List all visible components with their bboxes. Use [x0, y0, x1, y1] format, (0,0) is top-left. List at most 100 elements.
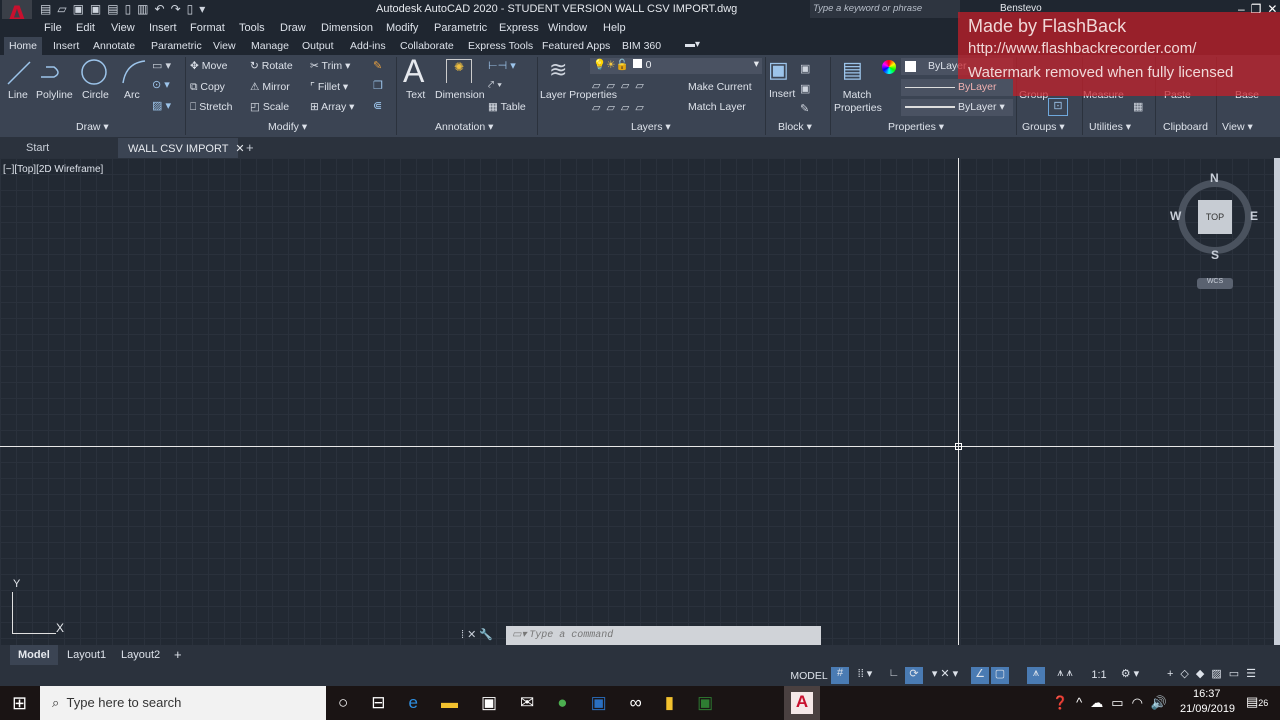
menu-file[interactable]: File [44, 22, 62, 34]
fillet-button[interactable]: ⌜ Fillet ▾ [310, 81, 348, 93]
ribbon-tab-collaborate[interactable]: Collaborate [400, 40, 454, 52]
match-properties-button[interactable]: Match Properties [834, 89, 882, 115]
layout-tab-model[interactable]: Model [10, 645, 58, 665]
file-tab-wall-csv-import[interactable]: WALL CSV IMPORT ✕ [118, 138, 245, 158]
menu-tools[interactable]: Tools [239, 22, 265, 34]
drawing-canvas[interactable]: [−][Top][2D Wireframe] TOP N S W E WCS Y… [0, 158, 1280, 646]
windows-start-icon[interactable]: ⊞ [12, 693, 27, 714]
ribbon-tab-bim-360[interactable]: BIM 360 [622, 40, 661, 52]
command-input[interactable]: ▭▾ Type a command [506, 626, 821, 646]
layout-tab-layout1[interactable]: Layout1 [67, 649, 106, 661]
ortho-toggle[interactable]: ∟ [885, 667, 903, 684]
compass-west[interactable]: W [1170, 209, 1181, 223]
layer-tools-icons-2[interactable]: ▱▱▱▱ [592, 101, 650, 114]
search-input[interactable]: Type a keyword or phrase [810, 0, 960, 18]
add-layout-button[interactable]: + [174, 647, 182, 662]
groups-panel-label[interactable]: Groups ▾ [1022, 121, 1065, 133]
layer-tools-icons[interactable]: ▱▱▱▱ [592, 79, 650, 92]
compass-south[interactable]: S [1211, 248, 1219, 262]
wcs-menu[interactable]: WCS [1197, 278, 1233, 289]
annotation-panel-label[interactable]: Annotation ▾ [435, 121, 493, 133]
linear-dim-icon[interactable]: ⊢⊣ ▾ [488, 59, 516, 72]
ribbon-tab-parametric[interactable]: Parametric [151, 40, 202, 52]
menu-express[interactable]: Express [499, 22, 539, 34]
line-button[interactable]: Line [8, 89, 28, 101]
model-space-button[interactable]: MODEL [790, 667, 828, 684]
vertical-scrollbar[interactable] [1274, 158, 1280, 645]
ribbon-tab-manage[interactable]: Manage [251, 40, 289, 52]
gradient-icon[interactable]: ▨ ▾ [152, 99, 171, 112]
block-tools-icons[interactable]: ▣ ▣ ✎ [800, 59, 814, 119]
menu-insert[interactable]: Insert [149, 22, 177, 34]
new-tab-button[interactable]: + [246, 140, 254, 155]
annotation-visibility-toggle[interactable]: ⩚ [1027, 667, 1045, 684]
layout-tab-layout2[interactable]: Layout2 [121, 649, 160, 661]
draw-panel-label[interactable]: Draw ▾ [76, 121, 109, 133]
grid-toggle[interactable]: # [831, 667, 849, 684]
match-layer-button[interactable]: Match Layer [688, 101, 746, 113]
lineweight-dropdown[interactable]: ByLayer ▾ [901, 99, 1013, 116]
array-button[interactable]: ⊞ Array ▾ [310, 101, 354, 113]
clock-date[interactable]: 21/09/2019 [1180, 703, 1235, 715]
menu-help[interactable]: Help [603, 22, 626, 34]
utilities-panel-label[interactable]: Utilities ▾ [1089, 121, 1131, 133]
explode-icon[interactable]: ❐ [373, 79, 383, 92]
menu-format[interactable]: Format [190, 22, 225, 34]
file-tab-start[interactable]: Start [26, 142, 49, 154]
leader-icon[interactable]: ⤤ ▾ [488, 79, 502, 92]
ribbon-options-icon[interactable]: ▬▾ [685, 39, 700, 50]
ribbon-tab-home[interactable]: Home [9, 40, 37, 52]
command-line-handle[interactable]: ⁞ ✕ 🔧 [461, 628, 493, 641]
viewcube[interactable]: TOP N S W E [1170, 171, 1258, 262]
taskbar-autocad[interactable]: A [784, 686, 820, 720]
system-tray-icons[interactable]: ❓^☁▭◠🔊 [1052, 695, 1175, 711]
dimension-button[interactable]: Dimension [435, 89, 485, 101]
linetype-dropdown[interactable]: ByLayer [901, 79, 1013, 96]
menu-parametric[interactable]: Parametric [434, 22, 487, 34]
close-tab-icon[interactable]: ✕ [235, 143, 244, 155]
layers-panel-label[interactable]: Layers ▾ [631, 121, 671, 133]
ribbon-tab-add-ins[interactable]: Add-ins [350, 40, 386, 52]
menu-draw[interactable]: Draw [280, 22, 306, 34]
viewport-controls[interactable]: [−][Top][2D Wireframe] [3, 164, 103, 175]
copy-button[interactable]: ⧉ Copy [190, 81, 225, 94]
clock-time[interactable]: 16:37 [1193, 688, 1221, 700]
menu-edit[interactable]: Edit [76, 22, 95, 34]
command-history-icon[interactable]: ▭▾ [512, 629, 526, 640]
scale-button[interactable]: ◰ Scale [250, 101, 289, 113]
isodraft-toggle[interactable]: ▾ ✕ ▾ [925, 667, 965, 684]
polyline-button[interactable]: Polyline [36, 89, 73, 101]
erase-icon[interactable]: ✎ [373, 59, 382, 72]
modify-panel-label[interactable]: Modify ▾ [268, 121, 307, 133]
trim-button[interactable]: ✂ Trim ▾ [310, 60, 350, 72]
arc-button[interactable]: Arc [124, 89, 140, 101]
ribbon-tab-featured-apps[interactable]: Featured Apps [542, 40, 610, 52]
hatch-icon[interactable]: ⊙ ▾ [152, 78, 170, 91]
offset-icon[interactable]: ⋐ [373, 99, 382, 112]
menu-dimension[interactable]: Dimension [321, 22, 373, 34]
view-panel-label[interactable]: View ▾ [1222, 121, 1253, 133]
ribbon-tab-output[interactable]: Output [302, 40, 334, 52]
menu-window[interactable]: Window [548, 22, 587, 34]
polar-toggle[interactable]: ⟳ [905, 667, 923, 684]
autoscale-toggle[interactable]: ⩚ ⩚ [1047, 667, 1083, 684]
stretch-button[interactable]: ⎕ Stretch [190, 101, 233, 114]
rotate-button[interactable]: ↻ Rotate [250, 60, 293, 72]
mirror-button[interactable]: ⚠ Mirror [250, 81, 290, 93]
window-controls[interactable]: –❐✕ [1238, 2, 1280, 16]
viewcube-top-face[interactable]: TOP [1198, 200, 1232, 234]
block-panel-label[interactable]: Block ▾ [778, 121, 812, 133]
quick-access-toolbar[interactable]: ▤▱▣▣▤▯▥↶↷▯▾ [40, 2, 211, 16]
notifications-button[interactable]: ▤26 [1246, 694, 1268, 710]
ribbon-tab-annotate[interactable]: Annotate [93, 40, 135, 52]
compass-east[interactable]: E [1250, 209, 1258, 223]
osnap-tracking-toggle[interactable]: ∠ [971, 667, 989, 684]
ribbon-tab-express-tools[interactable]: Express Tools [468, 40, 533, 52]
text-button[interactable]: Text [406, 89, 425, 101]
layer-dropdown[interactable]: 💡☀🔓 0 ▾ [590, 58, 762, 74]
menu-view[interactable]: View [111, 22, 135, 34]
clipboard-panel-label[interactable]: Clipboard [1163, 121, 1208, 133]
ribbon-tab-insert[interactable]: Insert [53, 40, 79, 52]
make-current-button[interactable]: Make Current [688, 81, 752, 93]
status-tool-icons[interactable]: +◇◆▨▭☰ [1150, 667, 1280, 684]
